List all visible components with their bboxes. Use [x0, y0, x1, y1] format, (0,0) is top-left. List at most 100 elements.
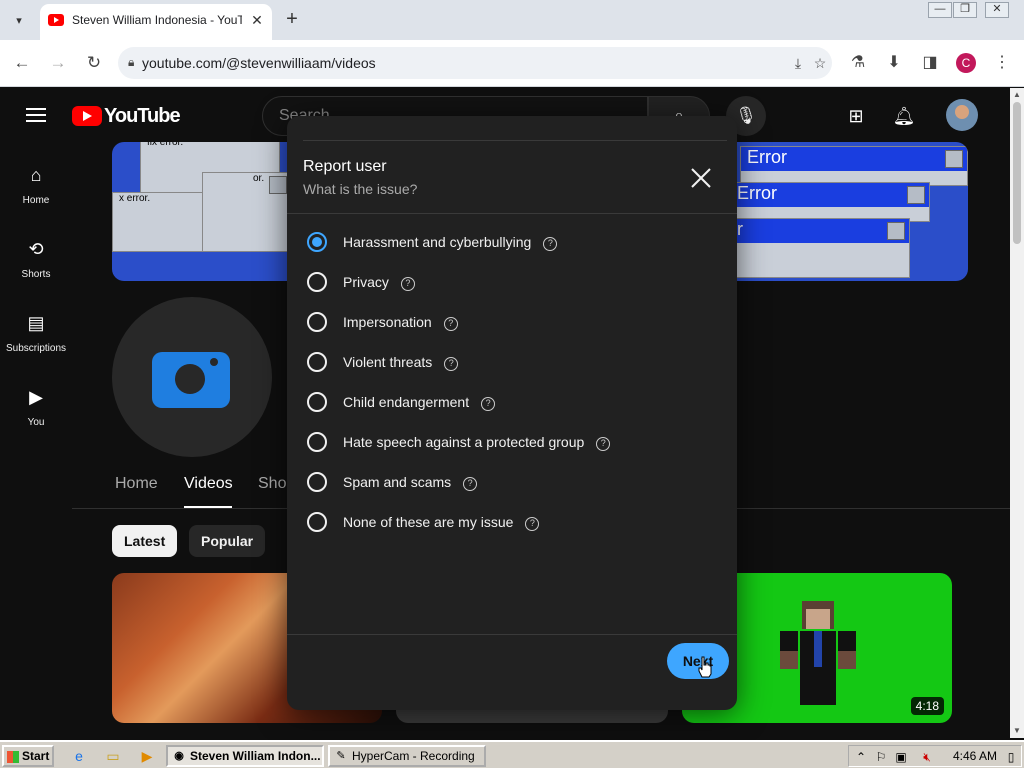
account-avatar[interactable] [946, 99, 978, 131]
tab-home[interactable]: Home [115, 475, 158, 493]
site-info-icon[interactable]: 🔒︎ [128, 55, 140, 69]
new-tab-button[interactable]: + [280, 8, 304, 32]
tab-close-icon[interactable]: ✕ [248, 11, 266, 29]
help-icon[interactable]: ? [525, 517, 540, 531]
url-text[interactable]: youtube.com/@stevenwilliaam/videos [142, 55, 376, 71]
option-label: Impersonation [343, 314, 432, 330]
sidebar-item-you[interactable]: ▶ You [0, 385, 72, 451]
youtube-favicon-icon [48, 14, 64, 26]
bookmark-star-icon[interactable]: ☆ [810, 53, 830, 73]
error-window-image: Error [740, 146, 968, 186]
sidebar-item-home[interactable]: ⌂ Home [0, 163, 72, 229]
file-explorer-icon[interactable]: ▭ [104, 747, 122, 765]
tab-search-button[interactable]: ▾ [6, 8, 32, 32]
report-option[interactable]: Impersonation? [305, 304, 725, 344]
help-icon[interactable]: ? [444, 357, 459, 371]
volume-muted-icon[interactable]: 🔇︎ [919, 749, 935, 765]
help-icon[interactable]: ? [443, 317, 458, 331]
install-app-icon[interactable]: ⤓ [788, 53, 808, 73]
labs-flask-icon[interactable]: ⚗ [846, 51, 870, 75]
tray-expand-icon[interactable]: ⌃ [853, 749, 869, 765]
hypercam-icon: ✎ [336, 750, 346, 762]
radio-button[interactable] [307, 392, 327, 412]
help-icon[interactable]: ? [481, 397, 496, 411]
forward-arrow-icon[interactable]: → [46, 51, 70, 75]
help-icon[interactable]: ? [543, 237, 558, 251]
taskbar-hypercam-window[interactable]: ✎ HyperCam - Recording [328, 745, 486, 767]
guide-menu-icon[interactable] [26, 108, 46, 122]
downloads-icon[interactable]: ⬇ [882, 51, 906, 75]
sidebar-label: Home [22, 195, 50, 206]
create-video-icon[interactable]: ⊞ [844, 104, 868, 128]
option-label: Child endangerment [343, 394, 470, 410]
report-option[interactable]: Hate speech against a protected group? [305, 424, 725, 464]
tab-title: Steven William Indonesia - YouTube [72, 13, 242, 27]
action-center-flag-icon[interactable]: ⚐ [873, 749, 889, 765]
page-scrollbar[interactable]: ▲ ▼ [1010, 88, 1024, 738]
shorts-icon: ⟲ [28, 239, 44, 259]
internet-explorer-icon[interactable]: e [70, 747, 88, 765]
dialog-header-divider [287, 213, 737, 214]
browser-toolbar: ← → ↻ 🔒︎ youtube.com/@stevenwilliaam/vid… [0, 40, 1024, 87]
sidebar-item-shorts[interactable]: ⟲ Shorts [0, 237, 72, 303]
radio-button[interactable] [307, 472, 327, 492]
scrollbar-thumb[interactable] [1013, 102, 1021, 244]
taskbar-chrome-window[interactable]: ◉ Steven William Indon... [166, 745, 324, 767]
youtube-logo[interactable]: YouTube [72, 104, 182, 128]
show-desktop-icon[interactable]: ▯ [1003, 749, 1019, 765]
task-label: HyperCam - Recording [352, 749, 475, 763]
you-icon: ▶ [29, 387, 43, 407]
chrome-icon: ◉ [174, 750, 184, 762]
address-bar[interactable]: 🔒︎ youtube.com/@stevenwilliaam/videos ⤓ … [118, 47, 832, 79]
minimize-button[interactable]: — [928, 2, 952, 18]
close-window-button[interactable]: ✕ [985, 2, 1009, 18]
error-window-image: r [730, 218, 910, 278]
help-icon[interactable]: ? [463, 477, 478, 491]
youtube-logo-text: YouTube [104, 105, 181, 127]
radio-button[interactable] [307, 272, 327, 292]
radio-button[interactable] [307, 352, 327, 372]
option-label: Privacy [343, 274, 389, 290]
browser-menu-icon[interactable]: ⋮ [990, 51, 1014, 75]
youtube-play-icon [72, 106, 102, 126]
chip-popular[interactable]: Popular [189, 525, 266, 557]
back-arrow-icon[interactable]: ← [10, 51, 34, 75]
network-icon[interactable]: ▣ [893, 749, 909, 765]
radio-button[interactable] [307, 432, 327, 452]
report-user-dialog: Report user What is the issue? Harassmen… [287, 116, 737, 710]
report-option[interactable]: None of these are my issue? [305, 504, 725, 544]
option-label: Hate speech against a protected group [343, 434, 585, 450]
radio-button-selected[interactable] [307, 232, 327, 252]
browser-tab-active[interactable]: Steven William Indonesia - YouTube ✕ [40, 4, 272, 40]
dialog-title: Report user [303, 158, 387, 175]
restore-button[interactable]: ❐ [953, 2, 977, 18]
report-option[interactable]: Privacy? [305, 264, 725, 304]
help-icon[interactable]: ? [596, 437, 611, 451]
reload-icon[interactable]: ↻ [82, 51, 106, 75]
dialog-subtitle: What is the issue? [303, 181, 418, 197]
report-option[interactable]: Violent threats? [305, 344, 725, 384]
report-option[interactable]: Harassment and cyberbullying? [305, 224, 725, 264]
radio-button[interactable] [307, 312, 327, 332]
chip-latest[interactable]: Latest [112, 525, 178, 557]
tab-videos[interactable]: Videos [184, 475, 233, 493]
video-duration-badge: 4:18 [910, 697, 944, 715]
notifications-bell-icon[interactable]: 🔔︎ [892, 104, 916, 128]
scroll-up-arrow-icon[interactable]: ▲ [1013, 90, 1021, 99]
radio-button[interactable] [307, 512, 327, 532]
profile-avatar-button[interactable]: C [956, 53, 976, 73]
roblox-avatar-image [780, 601, 856, 705]
sidebar-item-subscriptions[interactable]: ▤ Subscriptions [0, 311, 72, 377]
close-icon[interactable] [687, 164, 715, 192]
scroll-down-arrow-icon[interactable]: ▼ [1013, 726, 1021, 735]
start-button[interactable]: Start [2, 745, 54, 767]
option-label: None of these are my issue [343, 514, 514, 530]
taskbar-clock[interactable]: 4:46 AM [953, 749, 997, 763]
report-option[interactable]: Spam and scams? [305, 464, 725, 504]
side-panel-icon[interactable]: ◨ [918, 51, 942, 75]
report-option[interactable]: Child endangerment? [305, 384, 725, 424]
channel-avatar[interactable] [112, 297, 272, 457]
dialog-top-divider [303, 140, 727, 141]
media-player-icon[interactable]: ▶ [138, 747, 156, 765]
help-icon[interactable]: ? [400, 277, 415, 291]
